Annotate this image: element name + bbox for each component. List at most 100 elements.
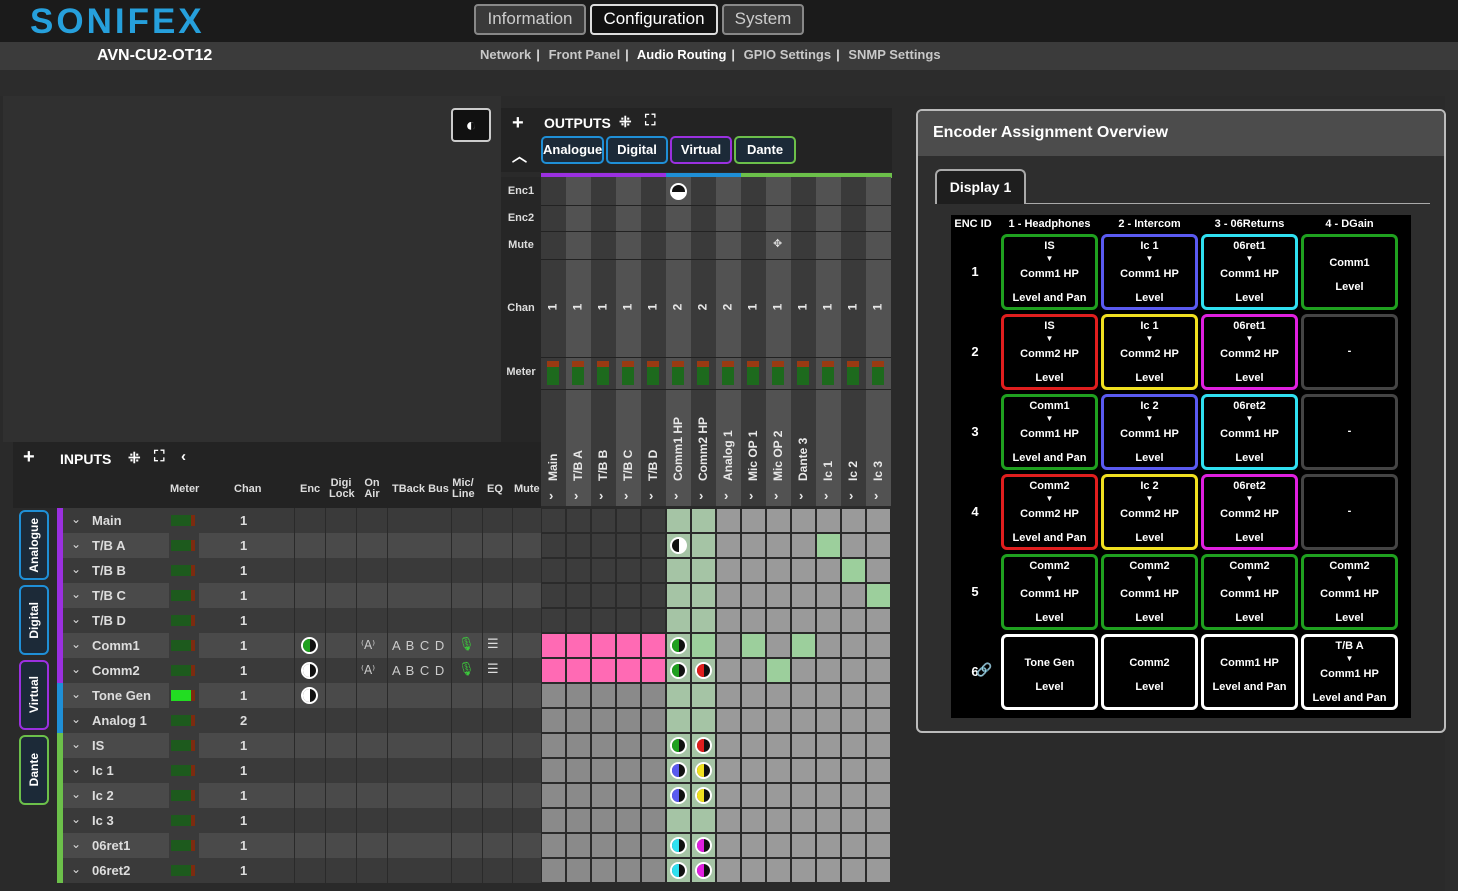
route-cell[interactable] xyxy=(566,783,591,808)
route-cell[interactable] xyxy=(766,808,791,833)
route-cell[interactable] xyxy=(616,558,641,583)
route-cell[interactable] xyxy=(691,608,716,633)
route-cell[interactable] xyxy=(591,508,616,533)
route-cell[interactable] xyxy=(866,583,891,608)
side-tab-digital[interactable]: Digital xyxy=(19,585,49,655)
chevron-right-icon[interactable]: › xyxy=(699,488,703,503)
route-cell[interactable] xyxy=(591,858,616,883)
tab-display-1[interactable]: Display 1 xyxy=(935,169,1026,204)
chevron-down-icon[interactable]: ⌄ xyxy=(71,812,81,826)
inputs-collapse-icon[interactable]: ⁜ xyxy=(128,449,141,467)
encoder-cell[interactable]: Ic 2 ▼ Comm1 HP Level xyxy=(1101,394,1198,470)
route-cell[interactable] xyxy=(691,558,716,583)
route-cell[interactable] xyxy=(541,683,566,708)
route-cell[interactable] xyxy=(566,583,591,608)
route-cell[interactable] xyxy=(641,558,666,583)
route-cell[interactable] xyxy=(616,758,641,783)
route-cell[interactable] xyxy=(566,833,591,858)
route-cell[interactable] xyxy=(666,683,691,708)
route-cell[interactable] xyxy=(566,858,591,883)
route-cell[interactable] xyxy=(716,733,741,758)
route-cell[interactable] xyxy=(791,758,816,783)
encoder-cell[interactable]: Comm1 HP Level and Pan xyxy=(1201,634,1298,710)
route-cell[interactable] xyxy=(741,833,766,858)
route-cell[interactable] xyxy=(541,658,566,683)
tab-information[interactable]: Information xyxy=(474,4,586,35)
mic-icon[interactable]: 🎙 xyxy=(458,662,475,677)
route-cell[interactable] xyxy=(866,783,891,808)
route-cell[interactable] xyxy=(716,833,741,858)
chevron-down-icon[interactable]: ⌄ xyxy=(71,687,81,701)
expand-icon[interactable]: ⛶ xyxy=(645,112,656,129)
route-cell[interactable] xyxy=(566,658,591,683)
tback-bus-letters[interactable]: A B C D xyxy=(392,638,445,653)
chevron-up-icon[interactable]: ︿ xyxy=(512,145,527,166)
chevron-right-icon[interactable]: › xyxy=(549,488,553,503)
encoder-cell[interactable]: Comm1 ▼ Comm1 HP Level and Pan xyxy=(1001,394,1098,470)
route-cell[interactable] xyxy=(691,583,716,608)
route-cell[interactable] xyxy=(766,508,791,533)
route-cell[interactable] xyxy=(541,783,566,808)
route-cell[interactable] xyxy=(541,533,566,558)
chevron-down-icon[interactable]: ⌄ xyxy=(71,612,81,626)
route-cell[interactable] xyxy=(591,833,616,858)
chevron-right-icon[interactable]: › xyxy=(799,488,803,503)
route-cell[interactable] xyxy=(591,533,616,558)
route-cell[interactable] xyxy=(666,583,691,608)
route-cell[interactable] xyxy=(716,708,741,733)
route-cell[interactable] xyxy=(866,808,891,833)
route-cell[interactable] xyxy=(816,633,841,658)
route-cell[interactable] xyxy=(791,733,816,758)
chevron-down-icon[interactable]: ⌄ xyxy=(71,512,81,526)
route-cell[interactable] xyxy=(841,708,866,733)
route-cell[interactable] xyxy=(841,733,866,758)
route-cell[interactable] xyxy=(791,558,816,583)
chevron-down-icon[interactable]: ⌄ xyxy=(71,787,81,801)
route-cell[interactable] xyxy=(741,758,766,783)
route-cell[interactable] xyxy=(866,858,891,883)
route-cell[interactable] xyxy=(741,533,766,558)
route-cell[interactable] xyxy=(691,683,716,708)
chevron-down-icon[interactable]: ⌄ xyxy=(71,712,81,726)
route-cell[interactable] xyxy=(866,683,891,708)
nav-audio-routing[interactable]: Audio Routing xyxy=(637,47,727,62)
route-cell[interactable] xyxy=(616,633,641,658)
route-cell[interactable] xyxy=(841,833,866,858)
route-cell[interactable] xyxy=(841,508,866,533)
encoder-assign-icon[interactable] xyxy=(670,837,687,854)
route-cell[interactable] xyxy=(566,533,591,558)
chevron-right-icon[interactable]: › xyxy=(674,488,678,503)
route-cell[interactable] xyxy=(616,708,641,733)
route-cell[interactable] xyxy=(616,833,641,858)
route-cell[interactable] xyxy=(816,558,841,583)
route-cell[interactable] xyxy=(866,758,891,783)
encoder-cell[interactable]: T/B A ▼ Comm1 HP Level and Pan xyxy=(1301,634,1398,710)
route-cell[interactable] xyxy=(716,608,741,633)
route-cell[interactable] xyxy=(641,583,666,608)
chevron-left-icon[interactable]: ‹ xyxy=(181,448,186,465)
route-cell[interactable] xyxy=(741,658,766,683)
route-cell[interactable] xyxy=(716,633,741,658)
route-cell[interactable] xyxy=(866,658,891,683)
encoder-assign-icon[interactable] xyxy=(670,637,687,654)
route-cell[interactable] xyxy=(666,608,691,633)
route-cell[interactable] xyxy=(591,658,616,683)
route-cell[interactable] xyxy=(791,783,816,808)
on-air-icon[interactable]: ⁽A⁾ xyxy=(361,638,375,652)
route-cell[interactable] xyxy=(741,733,766,758)
outputs-virtual-button[interactable]: Virtual xyxy=(670,136,732,164)
chevron-right-icon[interactable]: › xyxy=(624,488,628,503)
route-cell[interactable] xyxy=(716,683,741,708)
route-cell[interactable] xyxy=(866,608,891,633)
encoder-cell[interactable]: Comm2 ▼ Comm1 HP Level xyxy=(1101,554,1198,630)
encoder-assign-icon[interactable] xyxy=(695,837,712,854)
route-cell[interactable] xyxy=(716,533,741,558)
route-cell[interactable] xyxy=(741,558,766,583)
inputs-expand-icon[interactable]: ⛶ xyxy=(154,448,165,465)
encoder-assign-icon[interactable] xyxy=(670,787,687,804)
encoder-assign-icon[interactable] xyxy=(670,662,687,679)
route-cell[interactable] xyxy=(816,533,841,558)
encoder-cell[interactable]: IS ▼ Comm1 HP Level and Pan xyxy=(1001,234,1098,310)
route-cell[interactable] xyxy=(691,508,716,533)
chevron-right-icon[interactable]: › xyxy=(824,488,828,503)
